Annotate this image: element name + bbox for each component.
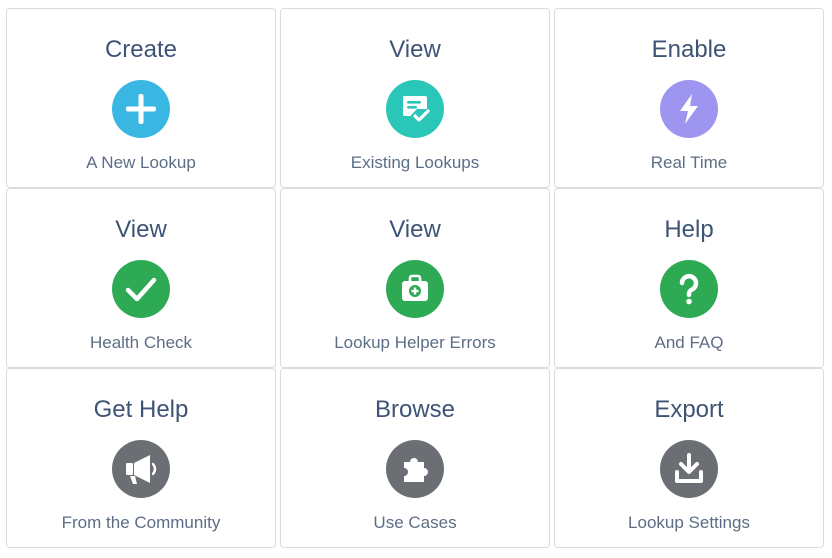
tile-title: Help (664, 216, 714, 243)
tile-create-new-lookup[interactable]: Create A New Lookup (6, 8, 276, 188)
check-icon (112, 260, 170, 318)
tile-enable-real-time[interactable]: Enable Real Time (554, 8, 824, 188)
tile-subtitle: From the Community (61, 513, 221, 532)
lightning-icon (660, 80, 718, 138)
task-check-icon (386, 80, 444, 138)
tile-subtitle: Lookup Settings (628, 513, 750, 532)
add-icon (112, 80, 170, 138)
tile-subtitle: Use Cases (373, 513, 457, 532)
tile-subtitle: Existing Lookups (350, 153, 480, 172)
tile-title: View (389, 36, 441, 63)
tile-view-existing-lookups[interactable]: View Existing Lookups (280, 8, 550, 188)
tile-view-lookup-helper-errors[interactable]: View Lookup Helper Errors (280, 188, 550, 368)
tile-title: View (115, 216, 167, 243)
tile-title: Create (104, 36, 178, 63)
tile-get-help-community[interactable]: Get Help From the Community (6, 368, 276, 548)
tile-view-health-check[interactable]: View Health Check (6, 188, 276, 368)
tile-title: Enable (651, 36, 727, 63)
tile-subtitle: Lookup Helper Errors (334, 333, 496, 352)
tile-title: Export (654, 396, 724, 423)
tile-title: Get Help (93, 396, 189, 423)
action-tile-grid: Create A New Lookup View Existing Lookup… (0, 0, 832, 558)
question-icon (660, 260, 718, 318)
first-aid-icon (386, 260, 444, 318)
tile-subtitle: And FAQ (654, 333, 724, 352)
download-icon (660, 440, 718, 498)
tile-export-lookup-settings[interactable]: Export Lookup Settings (554, 368, 824, 548)
tile-title: View (389, 216, 441, 243)
tile-subtitle: Real Time (650, 153, 728, 172)
tile-subtitle: Health Check (89, 333, 193, 352)
tile-subtitle: A New Lookup (86, 153, 196, 172)
puzzle-icon (386, 440, 444, 498)
tile-title: Browse (374, 396, 456, 423)
tile-help-and-faq[interactable]: Help And FAQ (554, 188, 824, 368)
megaphone-icon (112, 440, 170, 498)
tile-browse-use-cases[interactable]: Browse Use Cases (280, 368, 550, 548)
